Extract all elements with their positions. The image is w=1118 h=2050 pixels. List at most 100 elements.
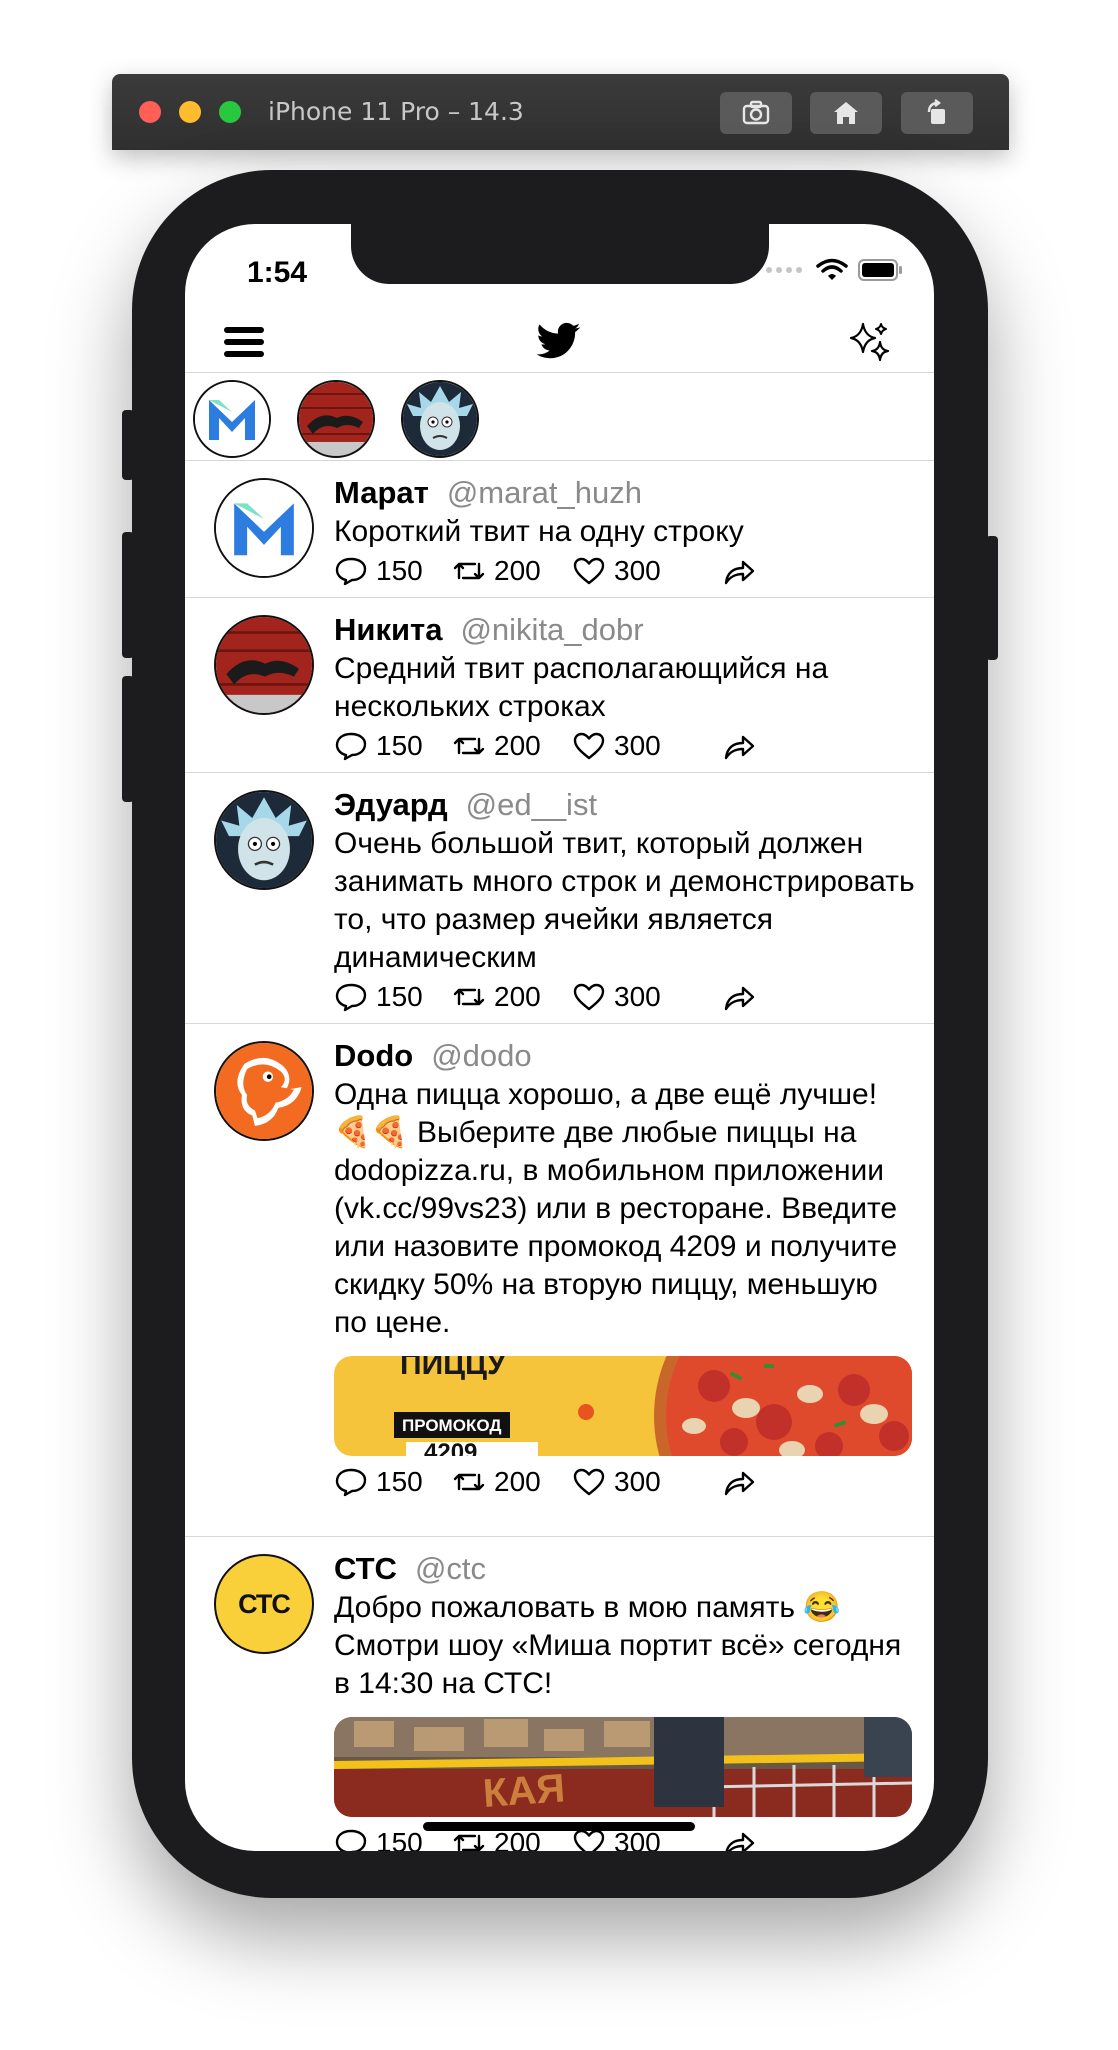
reply-button[interactable]: 150 [334,551,423,591]
share-button[interactable] [722,551,756,591]
tweet-author-name[interactable]: Марат [334,475,429,510]
home-icon [834,102,858,124]
reply-count: 150 [376,1466,423,1497]
cellular-signal-icon [766,267,802,273]
tweet-content: Эдуард @ed__ist Очень большой твит, котор… [334,785,918,1017]
phone-screen: 1:54 Марат @marat_huzh Короткий твит на … [185,224,934,1851]
tweet-author-name[interactable]: Никита [334,612,442,647]
hamburger-icon [224,327,264,357]
reply-button[interactable]: 150 [334,977,423,1017]
tweet-text: Очень большой твит, который должен заним… [334,827,915,974]
rotate-icon [927,99,945,124]
volume-down-button [122,676,134,802]
tweet-cell[interactable]: Никита @nikita_dobr Средний твит располаг… [185,598,934,772]
rick-avatar [403,382,477,456]
heart-icon [573,1468,605,1496]
share-button[interactable] [722,977,756,1017]
close-window-button[interactable] [139,101,161,123]
reply-button[interactable]: 150 [334,726,423,766]
avatar[interactable] [214,1041,314,1141]
dodo-logo-avatar [216,1043,312,1139]
tweet-text: Средний твит располагающийся на нескольк… [334,652,829,723]
avatar[interactable] [214,478,314,578]
minimize-window-button[interactable] [179,101,201,123]
tweet-header: СТС @ctc [334,1549,918,1589]
volume-up-button [122,532,134,658]
avatar[interactable] [214,615,314,715]
tweet-content: СТС @ctc Добро пожаловать в мою память 😂 … [334,1549,918,1851]
nav-bar [185,314,934,374]
tweet-header: Марат @marat_huzh [334,473,918,513]
tweet-author-handle[interactable]: @ctc [415,1551,486,1586]
like-button[interactable]: 300 [572,726,661,766]
retweet-icon [453,562,485,580]
tweet-header: Dodo @dodo [334,1036,918,1076]
reply-button[interactable]: 150 [334,1462,423,1502]
screenshot-button[interactable] [720,92,792,134]
share-button[interactable] [722,726,756,766]
menu-button[interactable] [223,324,265,365]
retweet-button[interactable]: 200 [452,977,541,1017]
reply-count: 150 [376,730,423,761]
reply-count: 150 [376,981,423,1012]
reply-count: 150 [376,555,423,586]
stories-row [193,380,479,462]
zoom-window-button[interactable] [219,101,241,123]
rotate-button[interactable] [901,92,973,134]
tweet-author-handle[interactable]: @dodo [431,1038,531,1073]
share-icon [725,1832,755,1851]
retweet-button[interactable]: 200 [452,1462,541,1502]
like-button[interactable]: 300 [572,977,661,1017]
like-button[interactable]: 300 [572,1462,661,1502]
tweet-text: Короткий твит на одну строку [334,515,744,548]
rick-avatar [216,792,312,888]
tweet-cell[interactable]: Марат @marat_huzh Короткий твит на одну с… [185,461,934,597]
reply-icon [335,1468,367,1497]
retweet-button[interactable]: 200 [452,726,541,766]
home-indicator[interactable] [423,1822,695,1831]
tweet-author-name[interactable]: СТС [334,1551,397,1586]
tweet-header: Никита @nikita_dobr [334,610,918,650]
retweet-icon [453,737,485,755]
tweet-media-image[interactable]: КАЯ [334,1717,912,1817]
tweet-cell[interactable]: Эдуард @ed__ist Очень большой твит, котор… [185,773,934,1023]
avatar[interactable] [214,790,314,890]
story-eduard[interactable] [401,380,479,458]
status-time: 1:54 [247,256,308,289]
reply-icon [335,1829,367,1851]
tweet-text: Одна пицца хорошо, а две ещё лучше! 🍕🍕 В… [334,1078,898,1339]
tweet-author-name[interactable]: Dodo [334,1038,413,1073]
tweet-cell[interactable]: СТС СТС @ctc Добро пожаловать в мою памят… [185,1537,934,1851]
tweet-author-name[interactable]: Эдуард [334,787,448,822]
tweet-header: Эдуард @ed__ist [334,785,918,825]
m-logo-avatar [216,480,312,576]
avatar[interactable]: СТС [214,1554,314,1654]
photo-avatar [299,382,373,456]
tweet-author-handle[interactable]: @nikita_dobr [460,612,643,647]
story-nikita[interactable] [297,380,375,458]
share-button[interactable] [722,1462,756,1502]
heart-icon [573,1829,605,1851]
tweet-actions: 150 200 300 [334,977,918,1017]
twitter-bird-icon [536,322,581,359]
sparkle-icon [849,322,890,362]
story-marat[interactable] [193,380,271,458]
promo-code: 4209 [424,1439,477,1456]
simulator-titlebar: iPhone 11 Pro – 14.3 [112,74,1009,150]
tweet-author-handle[interactable]: @ed__ist [466,787,597,822]
reply-button[interactable]: 150 [334,1823,423,1851]
ctc-logo-text: СТС [238,1588,291,1619]
svg-text:КАЯ: КАЯ [482,1766,567,1816]
tweet-author-handle[interactable]: @marat_huzh [447,475,642,510]
status-indicators [766,258,904,282]
photo-avatar [216,617,312,713]
like-count: 300 [614,1466,661,1497]
like-button[interactable]: 300 [572,551,661,591]
tweet-cell[interactable]: Dodo @dodo Одна пицца хорошо, а две ещё л… [185,1024,934,1536]
heart-icon [573,557,605,585]
top-tweets-button[interactable] [847,320,893,371]
retweet-button[interactable]: 200 [452,551,541,591]
tweet-media-image[interactable]: ПИЦЦУ ПРОМОКОД 4209 [334,1356,912,1456]
share-button[interactable] [722,1823,756,1851]
home-button[interactable] [810,92,882,134]
